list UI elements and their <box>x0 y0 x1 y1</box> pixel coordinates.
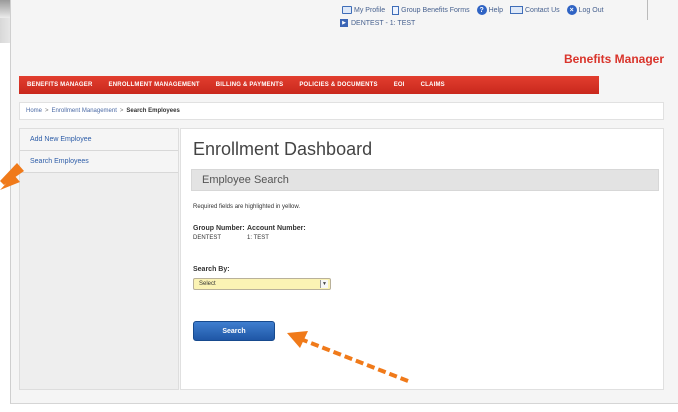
group-forms-link[interactable]: Group Benefits Forms <box>392 5 470 15</box>
contact-link[interactable]: Contact Us <box>510 6 560 14</box>
account-number-value: 1: TEST <box>247 235 269 241</box>
chevron-down-icon: ▼ <box>320 280 328 288</box>
contact-icon <box>510 6 523 14</box>
tab-enrollment-management[interactable]: ENROLLMENT MANAGEMENT <box>101 82 208 88</box>
logout-icon: × <box>566 5 577 15</box>
sidebar-item-search-employees[interactable]: Search Employees <box>20 151 178 173</box>
utility-links: My Profile Group Benefits Forms ? Help C… <box>342 4 604 16</box>
main-nav: BENEFITS MANAGER ENROLLMENT MANAGEMENT B… <box>19 76 599 94</box>
tab-claims[interactable]: CLAIMS <box>413 82 453 88</box>
brand-title: Benefits Manager <box>563 52 664 66</box>
breadcrumb: Home > Enrollment Management > Search Em… <box>19 102 664 120</box>
sidebar: Add New Employee Search Employees <box>19 128 179 390</box>
help-link[interactable]: ? Help <box>476 5 503 15</box>
account-switcher[interactable]: ▶ DENTEST - 1: TEST <box>340 19 415 27</box>
tab-policies-documents[interactable]: POLICIES & DOCUMENTS <box>291 82 385 88</box>
group-number-label: Group Number: <box>193 225 245 232</box>
required-note: Required fields are highlighted in yello… <box>193 204 301 210</box>
search-by-label: Search By: <box>193 266 230 273</box>
tab-benefits-manager[interactable]: BENEFITS MANAGER <box>19 82 101 88</box>
section-header: Employee Search <box>191 169 659 191</box>
tab-billing-payments[interactable]: BILLING & PAYMENTS <box>208 82 292 88</box>
account-number-label: Account Number: <box>247 225 306 232</box>
play-icon: ▶ <box>340 19 348 27</box>
my-profile-link[interactable]: My Profile <box>342 6 385 14</box>
page-title: Enrollment Dashboard <box>193 139 373 159</box>
breadcrumb-current: Search Employees <box>126 108 180 114</box>
breadcrumb-home[interactable]: Home <box>26 108 42 114</box>
breadcrumb-enrollment[interactable]: Enrollment Management <box>52 108 117 114</box>
tab-eoi[interactable]: EOI <box>386 82 413 88</box>
profile-icon <box>342 6 352 14</box>
logout-link[interactable]: × Log Out <box>566 5 604 15</box>
sidebar-item-add-employee[interactable]: Add New Employee <box>20 129 178 151</box>
form-icon <box>392 5 400 15</box>
group-number-value: DENTEST <box>193 235 222 241</box>
search-by-select[interactable]: Select ▼ <box>193 278 331 290</box>
search-button[interactable]: Search <box>193 321 275 341</box>
main-content: Enrollment Dashboard Employee Search Req… <box>180 128 664 390</box>
help-icon: ? <box>476 5 487 15</box>
